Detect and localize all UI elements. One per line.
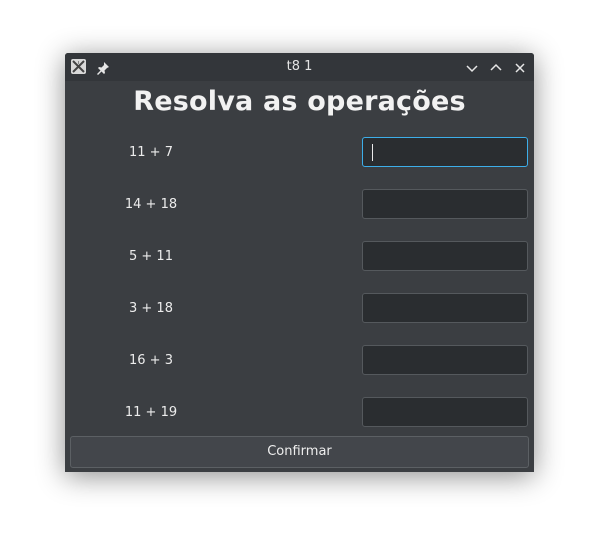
- operation-label: 5 + 11: [129, 249, 173, 264]
- answer-input[interactable]: [362, 397, 528, 427]
- operation-label: 11 + 19: [124, 405, 178, 420]
- title-bar[interactable]: t8 1: [65, 53, 534, 81]
- chevron-down-icon[interactable]: [465, 60, 479, 74]
- operation-label: 3 + 18: [129, 301, 173, 316]
- confirm-button[interactable]: Confirmar: [70, 436, 529, 468]
- answer-input[interactable]: [362, 345, 528, 375]
- operation-label: 16 + 3: [129, 353, 173, 368]
- page-title: Resolva as operações: [133, 86, 466, 117]
- answer-input[interactable]: [362, 241, 528, 271]
- window-title: t8 1: [286, 59, 313, 74]
- operation-label: 11 + 7: [129, 145, 173, 160]
- chevron-up-icon[interactable]: [489, 60, 503, 74]
- app-window: t8 1 Resolva as operações 11 + 7 14 + 18…: [65, 53, 534, 472]
- answer-input[interactable]: [362, 293, 528, 323]
- answer-input[interactable]: [362, 137, 528, 167]
- close-icon[interactable]: [513, 60, 527, 74]
- answer-input[interactable]: [362, 189, 528, 219]
- operation-label: 14 + 18: [124, 197, 178, 212]
- text-caret: [372, 144, 373, 161]
